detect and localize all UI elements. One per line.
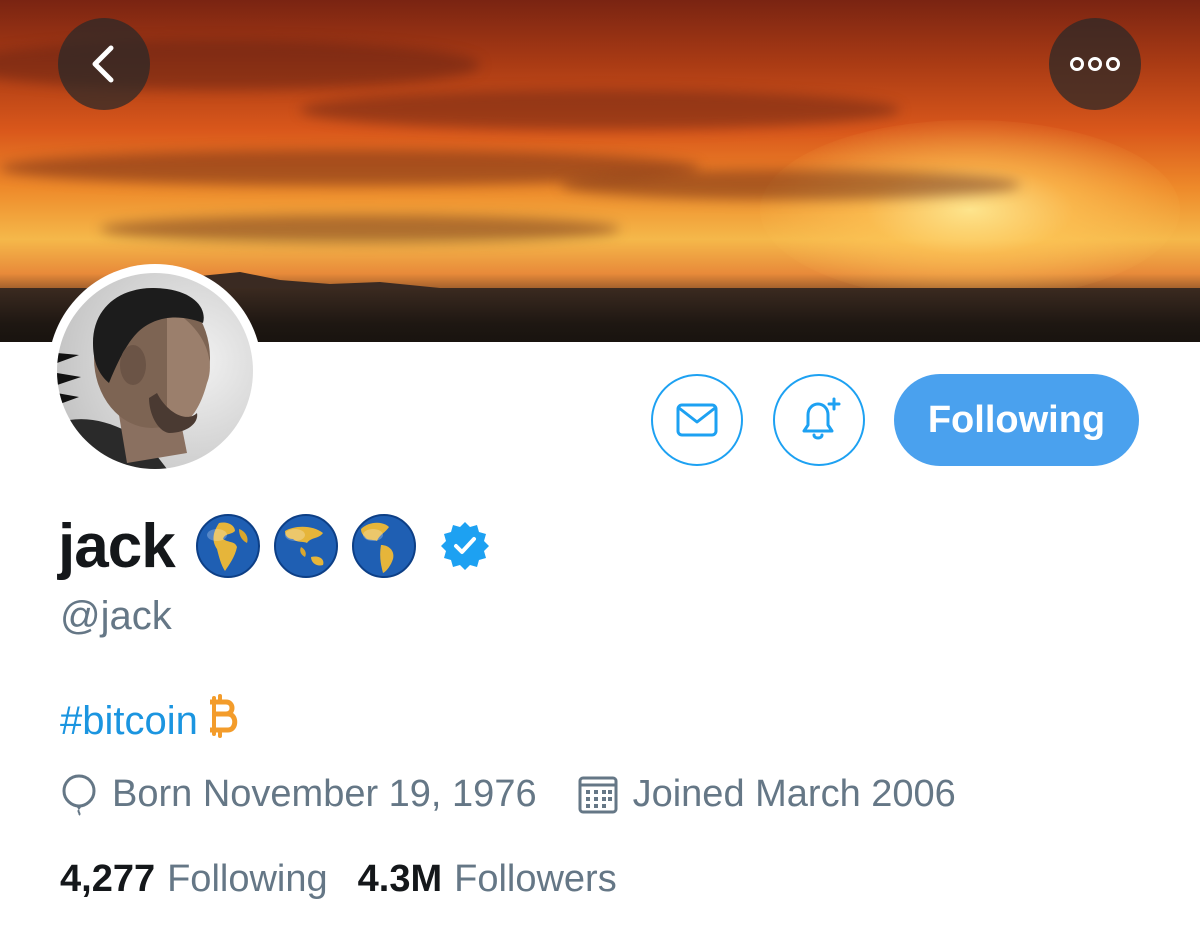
- globe-asia-australia-icon: [273, 514, 338, 578]
- notifications-button[interactable]: [773, 374, 865, 466]
- profile-meta: Born November 19, 1976 Joined March 2006: [60, 770, 956, 818]
- following-label: Following: [167, 857, 328, 900]
- chevron-left-icon: [92, 45, 114, 83]
- globe-americas-icon: [351, 514, 416, 578]
- profile-name-row: jack: [58, 506, 491, 586]
- following-count: 4,277: [60, 857, 156, 900]
- verified-badge-icon: [440, 522, 489, 570]
- envelope-icon: [676, 403, 718, 437]
- followers-label: Followers: [454, 857, 617, 900]
- banner-cloud: [560, 170, 1020, 200]
- calendar-icon: [578, 776, 618, 814]
- display-name: jack: [58, 511, 176, 581]
- joined-text: Joined March 2006: [632, 772, 956, 815]
- back-button[interactable]: [58, 18, 150, 110]
- followers-stat[interactable]: 4.3M Followers: [358, 858, 617, 901]
- bell-plus-icon: [802, 397, 841, 440]
- joined-item: Joined March 2006: [577, 773, 956, 816]
- bitcoin-symbol-icon: [204, 694, 240, 748]
- avatar[interactable]: [48, 264, 262, 478]
- avatar-portrait-image: [57, 287, 210, 469]
- followers-count: 4.3M: [357, 857, 443, 900]
- following-stat[interactable]: 4,277 Following: [60, 858, 328, 901]
- ellipsis-icon: [1070, 57, 1120, 71]
- birthday-text: Born November 19, 1976: [112, 772, 537, 815]
- globe-europe-africa-icon: [195, 514, 260, 578]
- more-options-button[interactable]: [1049, 18, 1141, 110]
- following-button[interactable]: Following: [894, 374, 1139, 466]
- user-handle: @jack: [60, 594, 172, 638]
- avatar-photo: [57, 273, 253, 469]
- balloon-icon: [62, 774, 96, 816]
- birthday-item: Born November 19, 1976: [60, 772, 537, 816]
- profile-bio: #bitcoin: [60, 694, 240, 748]
- banner-cloud: [300, 90, 900, 130]
- message-button[interactable]: [651, 374, 743, 466]
- bio-hashtag-link[interactable]: #bitcoin: [60, 699, 198, 744]
- profile-stats: 4,277 Following 4.3M Followers: [60, 855, 617, 903]
- banner-cloud: [100, 215, 620, 243]
